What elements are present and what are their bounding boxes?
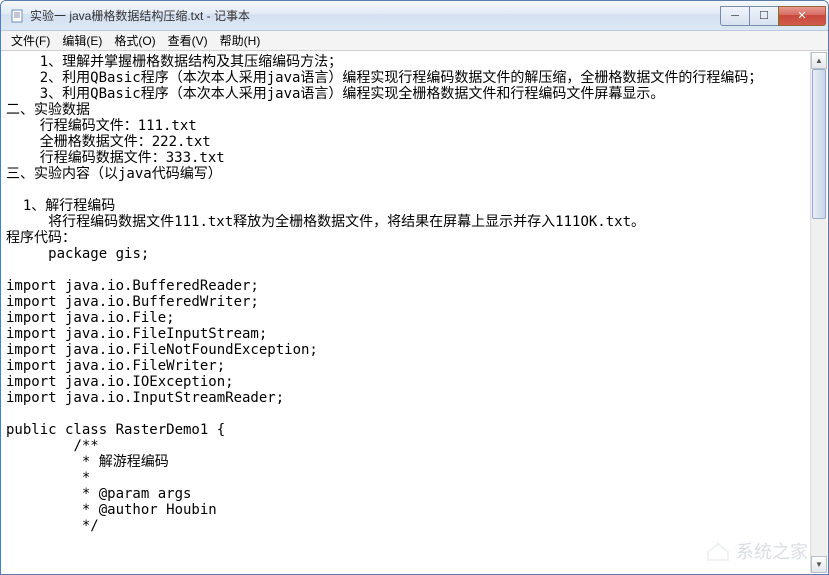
scroll-down-arrow[interactable]: ▼ [811, 556, 827, 573]
menu-edit[interactable]: 编辑(E) [56, 30, 108, 51]
notepad-icon [9, 8, 25, 24]
window-controls: ─ ☐ ✕ [721, 6, 826, 26]
content-wrap: 1、理解并掌握栅格数据结构及其压缩编码方法； 2、利用QBasic程序（本次本人… [2, 52, 827, 573]
scroll-thumb[interactable] [812, 69, 826, 219]
vertical-scrollbar[interactable]: ▲ ▼ [810, 52, 827, 573]
maximize-button[interactable]: ☐ [749, 6, 779, 26]
window-title: 实验一 java栅格数据结构压缩.txt - 记事本 [30, 7, 721, 24]
menubar: 文件(F) 编辑(E) 格式(O) 查看(V) 帮助(H) [1, 31, 828, 51]
minimize-button[interactable]: ─ [720, 6, 750, 26]
menu-view[interactable]: 查看(V) [162, 30, 214, 51]
titlebar: 实验一 java栅格数据结构压缩.txt - 记事本 ─ ☐ ✕ [1, 1, 828, 31]
close-button[interactable]: ✕ [778, 6, 826, 26]
menu-help[interactable]: 帮助(H) [214, 30, 267, 51]
scroll-up-arrow[interactable]: ▲ [811, 52, 827, 69]
text-area[interactable]: 1、理解并掌握栅格数据结构及其压缩编码方法； 2、利用QBasic程序（本次本人… [2, 52, 810, 573]
menu-file[interactable]: 文件(F) [5, 30, 56, 51]
menu-format[interactable]: 格式(O) [108, 30, 161, 51]
